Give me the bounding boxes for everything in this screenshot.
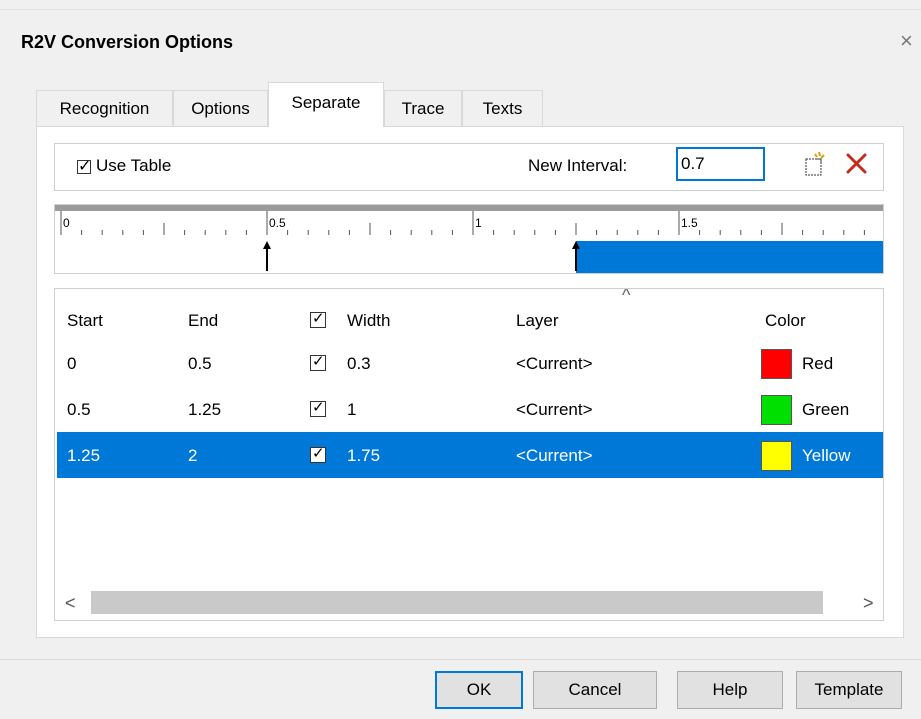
cell-color-name: Yellow bbox=[802, 446, 851, 465]
column-header-width[interactable]: Width bbox=[347, 311, 390, 331]
close-icon[interactable]: × bbox=[900, 28, 913, 54]
cell-start: 0 bbox=[67, 354, 77, 373]
cell-end: 0.5 bbox=[188, 354, 212, 373]
column-header-end[interactable]: End bbox=[188, 311, 218, 331]
table-row[interactable]: 0.5 1.25 1 <Current> Green bbox=[57, 386, 883, 432]
cell-start: 1.25 bbox=[67, 446, 101, 465]
column-header-start[interactable]: Start bbox=[67, 311, 103, 331]
tab-options[interactable]: Options bbox=[173, 90, 268, 126]
row-checkbox[interactable] bbox=[310, 444, 326, 463]
color-swatch[interactable] bbox=[761, 441, 792, 471]
column-header-color[interactable]: Color bbox=[765, 311, 806, 331]
sort-ascending-icon[interactable]: ^ bbox=[622, 289, 630, 306]
new-document-icon[interactable] bbox=[799, 150, 829, 180]
table-row[interactable]: 1.25 2 1.75 <Current> Yellow bbox=[57, 432, 883, 478]
cancel-button[interactable]: Cancel bbox=[533, 671, 657, 709]
tab-label: Separate bbox=[291, 93, 361, 112]
cell-start: 0.5 bbox=[67, 400, 91, 419]
column-header-layer[interactable]: Layer bbox=[516, 311, 559, 331]
cell-color-name: Green bbox=[802, 400, 850, 419]
cell-layer: <Current> bbox=[516, 354, 593, 373]
tab-label: Recognition bbox=[59, 99, 150, 118]
window-title: R2V Conversion Options bbox=[21, 32, 234, 52]
footer-separator bbox=[0, 659, 921, 660]
tab-recognition[interactable]: Recognition bbox=[36, 90, 173, 126]
cell-layer: <Current> bbox=[516, 400, 593, 419]
window-top-border bbox=[0, 9, 921, 10]
checkmark-icon: ✓ bbox=[78, 158, 92, 175]
new-interval-label: New Interval: bbox=[528, 156, 628, 175]
cell-end: 2 bbox=[188, 446, 198, 465]
row-checkbox[interactable] bbox=[310, 352, 326, 371]
row-checkbox[interactable] bbox=[310, 398, 326, 417]
scroll-right-icon[interactable]: > bbox=[863, 593, 874, 614]
ruler-highlight bbox=[576, 241, 883, 273]
cell-width: 1 bbox=[347, 400, 357, 419]
cell-width: 1.75 bbox=[347, 446, 381, 465]
tab-separate[interactable]: Separate bbox=[268, 82, 384, 127]
cell-color-name: Red bbox=[802, 354, 834, 373]
ruler-marker-arrow[interactable] bbox=[263, 241, 271, 249]
ok-button[interactable]: OK bbox=[435, 671, 523, 709]
help-button[interactable]: Help bbox=[677, 671, 783, 709]
use-table-label: Use Table bbox=[96, 156, 172, 175]
intervals-table: ^ Start End Width Layer Color 0 0.5 0.3 … bbox=[54, 288, 884, 621]
table-row[interactable]: 0 0.5 0.3 <Current> Red bbox=[57, 340, 883, 386]
tab-texts[interactable]: Texts bbox=[462, 90, 543, 126]
ruler-label: 1.5 bbox=[681, 216, 698, 230]
interval-ruler[interactable]: 0 0.5 1 1.5 bbox=[54, 204, 884, 274]
tab-label: Options bbox=[191, 99, 250, 118]
ruler-band bbox=[55, 205, 883, 211]
template-button[interactable]: Template bbox=[796, 671, 902, 709]
cell-layer: <Current> bbox=[516, 446, 593, 465]
ruler-label: 1 bbox=[475, 216, 482, 230]
delete-x-icon[interactable] bbox=[843, 150, 871, 178]
ruler-label: 0 bbox=[63, 216, 70, 230]
scroll-left-icon[interactable]: < bbox=[65, 593, 76, 614]
cell-width: 0.3 bbox=[347, 354, 371, 373]
color-swatch[interactable] bbox=[761, 349, 792, 379]
new-interval-input[interactable] bbox=[676, 147, 765, 181]
horizontal-scrollbar[interactable]: < > bbox=[57, 585, 883, 619]
column-header-checkbox[interactable] bbox=[310, 309, 326, 328]
tab-label: Trace bbox=[401, 99, 445, 118]
cell-end: 1.25 bbox=[188, 400, 222, 419]
tab-label: Texts bbox=[482, 99, 523, 118]
scroll-thumb[interactable] bbox=[91, 591, 823, 614]
use-table-checkbox[interactable]: ✓ bbox=[77, 158, 91, 175]
tab-trace[interactable]: Trace bbox=[384, 90, 462, 126]
ruler-label: 0.5 bbox=[269, 216, 286, 230]
color-swatch[interactable] bbox=[761, 395, 792, 425]
